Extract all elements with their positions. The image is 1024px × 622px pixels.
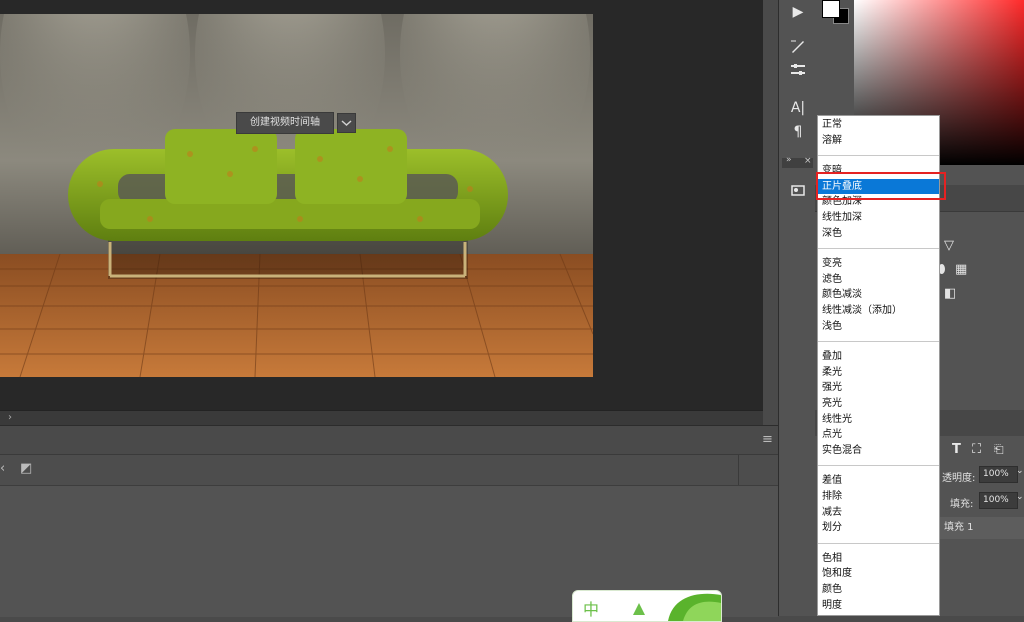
blend-mode-item[interactable]: 划分	[818, 520, 939, 535]
divider	[738, 455, 739, 485]
triangle-icon[interactable]: ▽	[944, 238, 954, 253]
opacity-dropdown-icon[interactable]: ⌄	[1016, 466, 1024, 476]
blend-mode-item[interactable]: 排除	[818, 489, 939, 504]
document-canvas-area[interactable]	[0, 0, 763, 410]
timeline-toolbar: ‹ ◩	[0, 455, 778, 486]
blend-mode-item[interactable]: 色相	[818, 551, 939, 566]
blend-mode-item[interactable]: 深色	[818, 226, 939, 241]
blend-mode-separator	[818, 248, 939, 250]
blend-mode-separator	[818, 542, 939, 544]
timeline-panel: ≡ ‹ ◩	[0, 425, 778, 617]
collapse-icon[interactable]: »	[786, 155, 792, 165]
blend-mode-item[interactable]: 变亮	[818, 256, 939, 271]
adjustments-icon[interactable]	[787, 62, 809, 82]
panel-tool-strip: ▶ A| ¶	[778, 0, 815, 616]
blend-mode-item[interactable]: 实色混合	[818, 443, 939, 458]
blend-mode-item[interactable]: 差值	[818, 473, 939, 488]
layer-comps-icon[interactable]	[787, 182, 809, 202]
gradient-map-icon[interactable]: ◧	[944, 286, 956, 301]
fill-label: 填充:	[950, 499, 974, 510]
chevron-down-icon	[341, 120, 352, 127]
render-video-icon[interactable]: ◩	[20, 461, 32, 476]
grid-icon[interactable]: ▦	[955, 262, 967, 277]
blend-mode-item[interactable]: 亮光	[818, 396, 939, 411]
shape-layer-filter-icon[interactable]: ⛶	[972, 442, 981, 457]
chevron-left-icon[interactable]: ‹	[0, 461, 5, 476]
blend-mode-item[interactable]: 减去	[818, 505, 939, 520]
smart-object-filter-icon[interactable]: ⎗	[994, 442, 1004, 457]
opacity-input[interactable]: 100%	[979, 466, 1018, 483]
watermark-logo: 中	[572, 590, 722, 622]
panel-menu-icon[interactable]: ≡	[762, 432, 773, 447]
blend-mode-item[interactable]: 颜色减淡	[818, 287, 939, 302]
blend-mode-item[interactable]: 浅色	[818, 319, 939, 334]
layer-name: 填充 1	[944, 522, 974, 533]
sofa-photo	[0, 14, 593, 377]
close-icon[interactable]: ×	[804, 156, 812, 166]
horizontal-scrollbar[interactable]: ›	[0, 410, 763, 425]
scroll-right-icon[interactable]: ›	[8, 411, 12, 425]
blend-mode-item[interactable]: 溶解	[818, 133, 939, 148]
play-icon[interactable]: ▶	[787, 2, 809, 22]
blend-mode-item[interactable]: 线性加深	[818, 210, 939, 225]
timeline-type-dropdown[interactable]	[337, 113, 356, 133]
tool-strip-collapse-bar[interactable]: » ×	[782, 155, 813, 168]
blend-mode-item[interactable]: 正常	[818, 117, 939, 132]
type-layer-filter-icon[interactable]: T	[952, 442, 961, 457]
blend-mode-item[interactable]: 颜色	[818, 582, 939, 597]
blend-mode-item[interactable]: 点光	[818, 427, 939, 442]
blend-mode-item[interactable]: 强光	[818, 380, 939, 395]
blend-mode-separator	[818, 155, 939, 157]
logo-character: 中	[583, 600, 599, 619]
character-icon[interactable]: A|	[787, 98, 809, 118]
highlight-box	[816, 172, 946, 200]
blend-mode-separator	[818, 341, 939, 343]
brush-settings-icon[interactable]	[787, 38, 809, 58]
timeline-panel-header: ≡	[0, 426, 778, 455]
blend-mode-item[interactable]: 滤色	[818, 272, 939, 287]
blend-mode-item[interactable]: 叠加	[818, 349, 939, 364]
blend-mode-item[interactable]: 线性光	[818, 412, 939, 427]
blend-mode-item[interactable]: 柔光	[818, 365, 939, 380]
opacity-label: 透明度:	[942, 473, 976, 484]
fill-input[interactable]: 100%	[979, 492, 1018, 509]
blend-mode-item[interactable]: 饱和度	[818, 566, 939, 581]
blend-mode-item[interactable]: 明度	[818, 598, 939, 613]
blend-mode-item[interactable]: 线性减淡（添加）	[818, 303, 939, 318]
layer-row[interactable]: 填充 1	[940, 517, 1024, 539]
create-video-timeline-button[interactable]: 创建视频时间轴	[236, 112, 334, 134]
blend-mode-separator	[818, 465, 939, 467]
paragraph-icon[interactable]: ¶	[787, 122, 809, 142]
foreground-color-swatch[interactable]	[822, 0, 840, 18]
fill-dropdown-icon[interactable]: ⌄	[1016, 492, 1024, 502]
